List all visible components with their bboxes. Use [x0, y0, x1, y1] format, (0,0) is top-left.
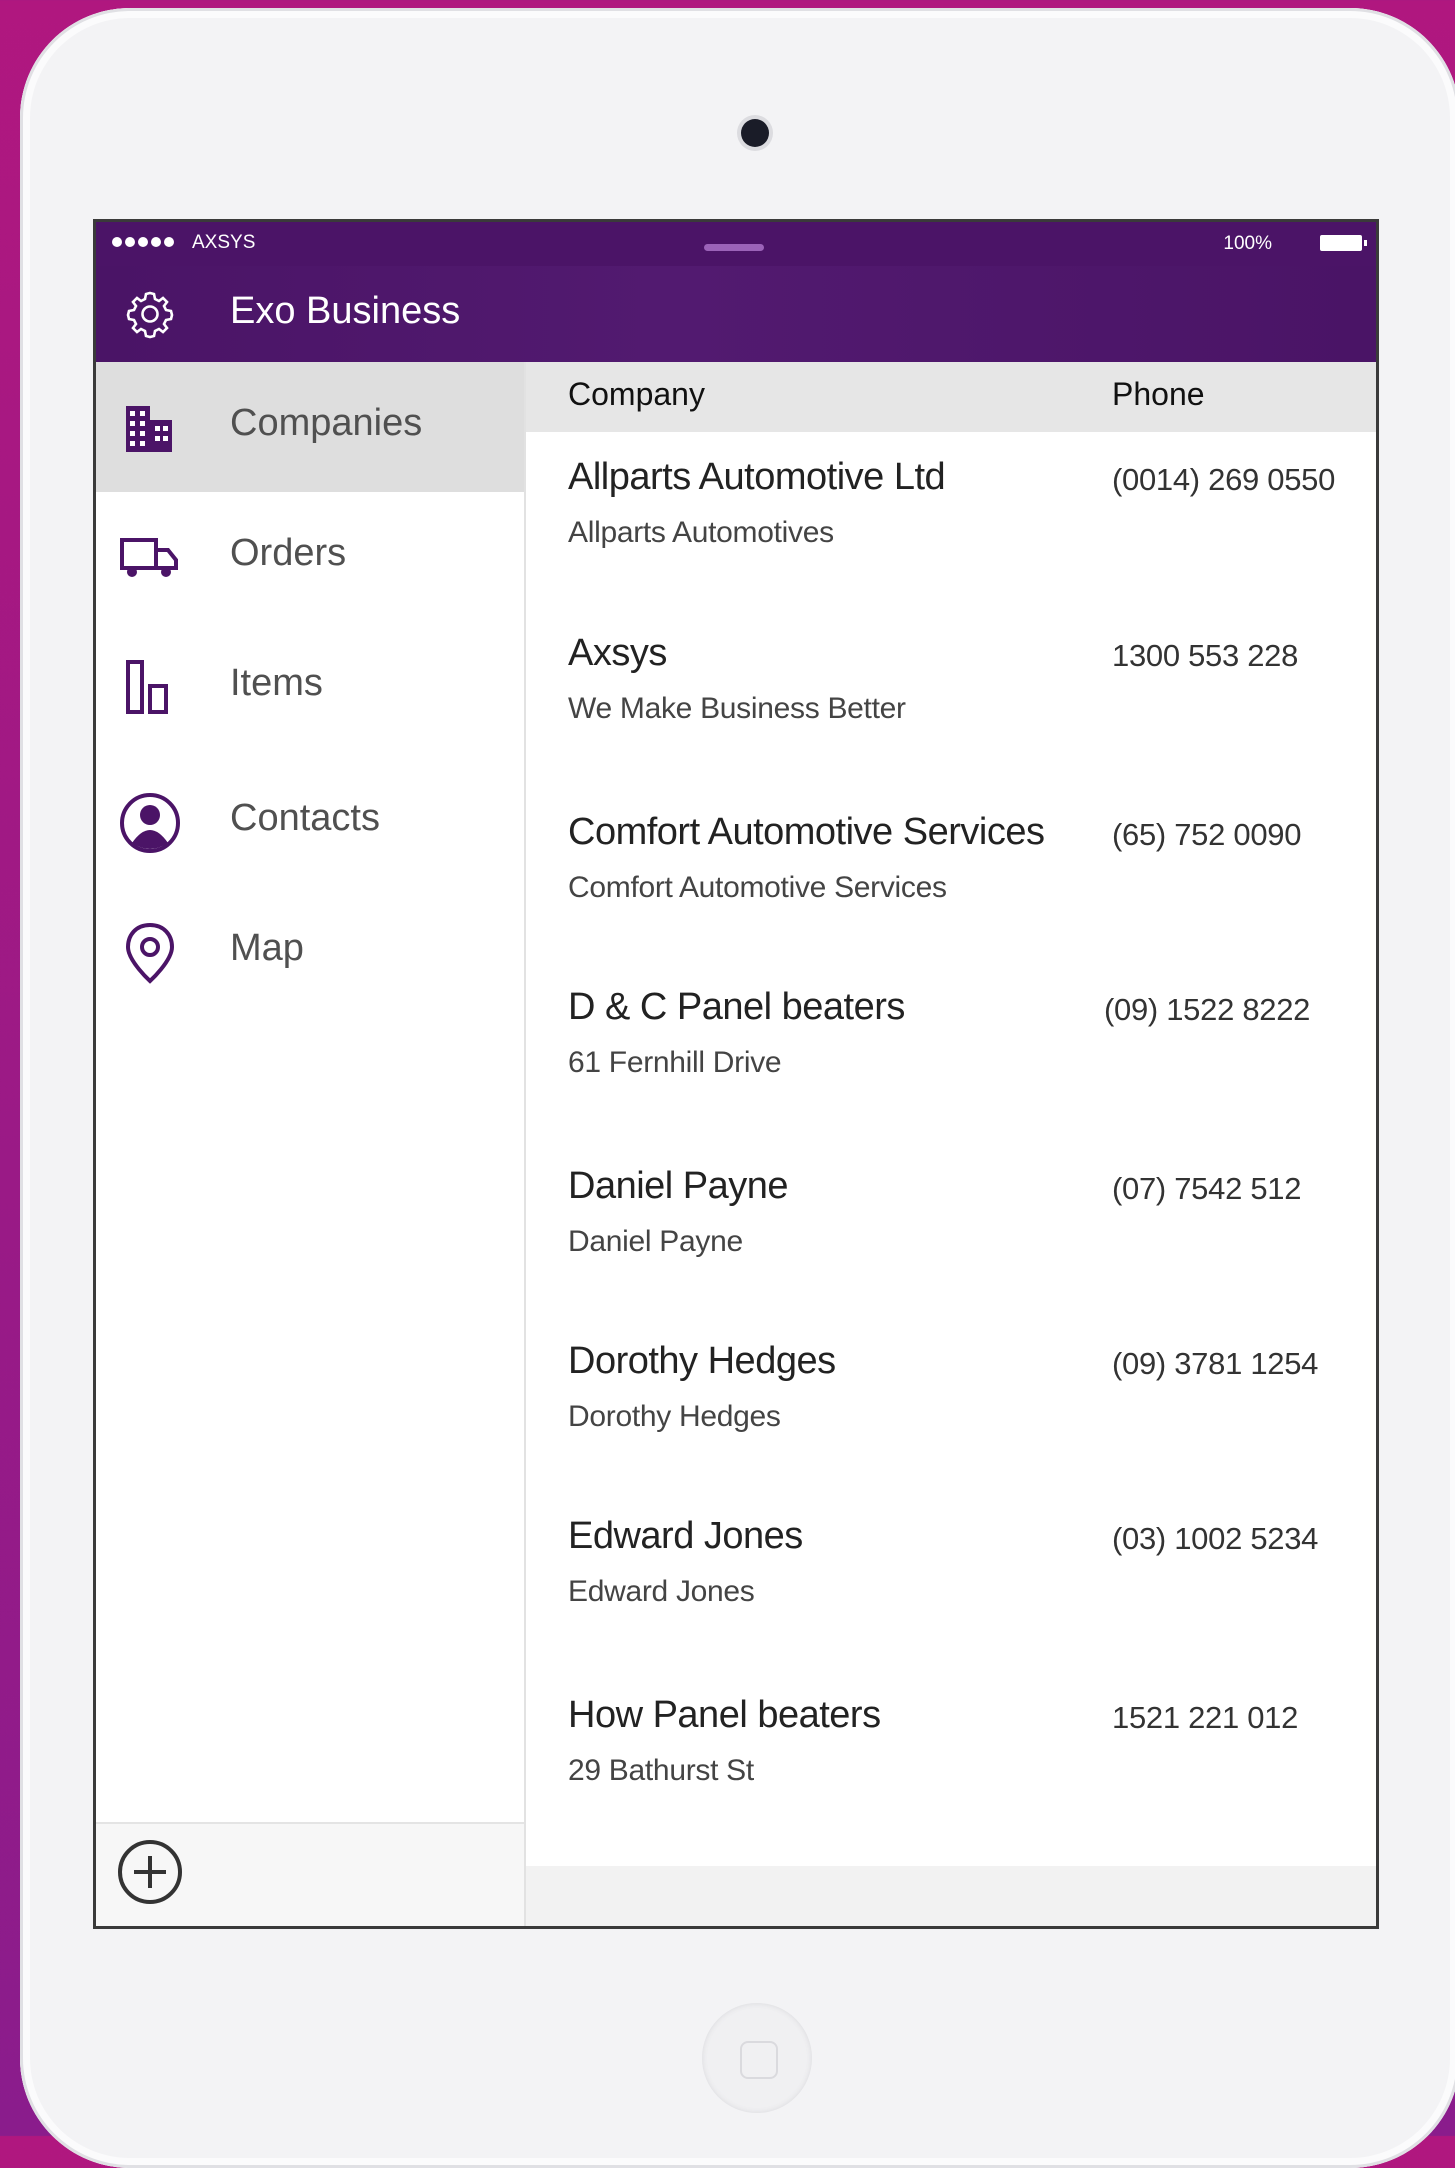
- company-phone: 1300 553 228: [1112, 638, 1299, 673]
- company-name: Dorothy Hedges: [568, 1340, 836, 1382]
- app-header: Exo Business: [96, 266, 1376, 362]
- sidebar-item-label: Items: [230, 662, 323, 704]
- map-pin-icon: [125, 922, 175, 984]
- company-name: How Panel beaters: [568, 1694, 881, 1736]
- company-phone: (0014) 269 0550: [1112, 462, 1336, 497]
- building-icon: [126, 406, 172, 452]
- companies-list: Company Phone Allparts Automotive Ltd Al…: [526, 362, 1376, 1926]
- company-subtitle: Daniel Payne: [568, 1225, 743, 1258]
- company-name: Daniel Payne: [568, 1165, 789, 1207]
- app-screen: AXSYS 100% Exo Business Companies Orders…: [96, 222, 1376, 1926]
- status-bar: AXSYS 100%: [96, 222, 1376, 266]
- sidebar-item-orders[interactable]: Orders: [96, 492, 524, 622]
- company-phone: 1521 221 012: [1112, 1700, 1299, 1735]
- carrier-label: AXSYS: [192, 232, 256, 253]
- list-header: Company Phone: [526, 362, 1376, 432]
- sidebar-item-label: Companies: [230, 402, 423, 444]
- company-phone: (09) 1522 8222: [1104, 992, 1311, 1027]
- person-icon: [120, 793, 180, 853]
- company-subtitle: Dorothy Hedges: [568, 1400, 781, 1433]
- column-header-company[interactable]: Company: [568, 376, 705, 413]
- table-row[interactable]: Comfort Automotive Services Comfort Auto…: [526, 787, 1376, 963]
- company-subtitle: 29 Bathurst St: [568, 1754, 754, 1787]
- company-subtitle: 61 Fernhill Drive: [568, 1046, 782, 1079]
- company-name: D & C Panel beaters: [568, 986, 905, 1028]
- company-subtitle: Allparts Automotives: [568, 516, 834, 549]
- table-row[interactable]: Allparts Automotive Ltd Allparts Automot…: [526, 432, 1376, 608]
- add-button[interactable]: [116, 1838, 184, 1906]
- column-header-phone[interactable]: Phone: [1112, 376, 1205, 413]
- company-subtitle: Comfort Automotive Services: [568, 871, 947, 904]
- company-name: Edward Jones: [568, 1515, 803, 1557]
- camera-icon: [741, 119, 769, 147]
- home-button[interactable]: [702, 2003, 812, 2113]
- company-name: Comfort Automotive Services: [568, 811, 1045, 853]
- company-phone: (65) 752 0090: [1112, 817, 1302, 852]
- sidebar-item-label: Contacts: [230, 797, 380, 839]
- sidebar-item-items[interactable]: Items: [96, 622, 524, 752]
- table-row[interactable]: Dorothy Hedges Dorothy Hedges (09) 3781 …: [526, 1316, 1376, 1492]
- company-name: Allparts Automotive Ltd: [568, 456, 946, 498]
- table-row[interactable]: How Panel beaters 29 Bathurst St 1521 22…: [526, 1670, 1376, 1846]
- signal-icon: [112, 237, 174, 247]
- settings-gear-icon[interactable]: [124, 288, 176, 340]
- table-row[interactable]: Daniel Payne Daniel Payne (07) 7542 512: [526, 1141, 1376, 1317]
- table-row[interactable]: Axsys We Make Business Better 1300 553 2…: [526, 608, 1376, 784]
- sidebar: Companies Orders Items Contacts Map: [96, 362, 526, 1926]
- table-row[interactable]: D & C Panel beaters 61 Fernhill Drive (0…: [526, 962, 1376, 1138]
- company-subtitle: We Make Business Better: [568, 692, 906, 725]
- list-footer: [526, 1866, 1376, 1926]
- company-phone: (07) 7542 512: [1112, 1171, 1302, 1206]
- company-phone: (03) 1002 5234: [1112, 1521, 1319, 1556]
- app-title: Exo Business: [230, 290, 461, 332]
- sidebar-item-map[interactable]: Map: [96, 887, 524, 1017]
- truck-icon: [120, 538, 178, 577]
- company-phone: (09) 3781 1254: [1112, 1346, 1319, 1381]
- sidebar-item-companies[interactable]: Companies: [96, 362, 524, 492]
- multitask-grabber[interactable]: [704, 244, 764, 251]
- company-name: Axsys: [568, 632, 667, 674]
- battery-icon: [1320, 235, 1367, 251]
- items-icon: [126, 660, 168, 714]
- table-row[interactable]: Edward Jones Edward Jones (03) 1002 5234: [526, 1491, 1376, 1667]
- sidebar-item-label: Orders: [230, 532, 347, 574]
- battery-percent: 100%: [1223, 233, 1272, 254]
- sidebar-item-contacts[interactable]: Contacts: [96, 757, 524, 887]
- sidebar-item-label: Map: [230, 927, 304, 969]
- company-subtitle: Edward Jones: [568, 1575, 755, 1608]
